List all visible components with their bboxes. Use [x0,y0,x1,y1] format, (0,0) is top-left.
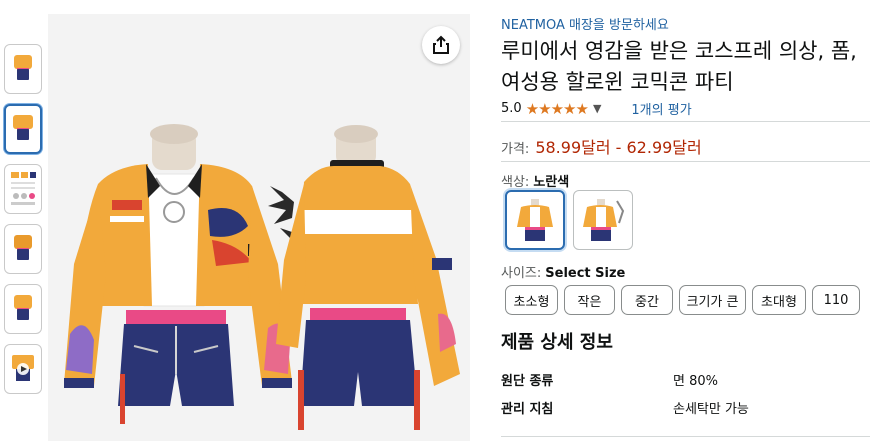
size-option-l[interactable]: 크기가 큰 [679,285,746,315]
detail-key: 원단 종류 [501,374,554,389]
size-row: 사이즈: Select Size [501,262,625,281]
store-link[interactable]: NEATMOA 매장을 방문하세요 [501,14,669,33]
thumbnail-video[interactable] [4,344,42,394]
size-label: 사이즈: [501,266,542,281]
rating-row: 5.0 ★★★★★ ▼ 1개의 평가 [501,99,692,119]
color-row: 색상: 노란색 [501,171,569,190]
product-illustration [64,124,460,430]
size-option-s[interactable]: 작은 [564,285,615,315]
video-thumbnail-icon [12,355,34,381]
swatch-yellow-alt[interactable] [573,190,633,250]
thumbnail-1[interactable] [4,44,42,94]
product-title: 루미에서 영감을 받은 코스프레 의상, 폼, 여성용 할로윈 코믹콘 파티 [501,39,857,94]
thumbnail-image [11,232,35,266]
thumbnail-image [11,52,35,86]
size-option-xl[interactable]: 초대형 [752,285,806,315]
size-option-110[interactable]: 110 [812,285,860,315]
main-product-image[interactable] [48,14,470,441]
thumbnail-list [4,44,44,404]
size-option-m[interactable]: 중간 [621,285,673,315]
divider [501,121,870,122]
size-options: 초소형 작은 중간 크기가 큰 초대형 110 [505,285,866,315]
thumbnail-image [11,112,35,146]
color-swatches [505,190,641,250]
swatch-image [517,199,553,241]
thumbnail-4[interactable] [4,224,42,274]
detail-value: 면 80% [673,374,718,389]
color-selected: 노란색 [533,175,570,190]
detail-row: 관리 지침 손세탁만 가능 [501,398,870,417]
thumbnail-image [11,172,36,205]
detail-row: 원단 종류 면 80% [501,370,870,389]
detail-key: 관리 지침 [501,402,554,417]
share-icon [433,35,449,54]
chevron-down-icon[interactable]: ▼ [593,102,601,115]
color-label: 색상: [501,175,530,190]
reviews-link[interactable]: 1개의 평가 [631,99,691,118]
share-button[interactable] [422,26,460,64]
size-option-xs[interactable]: 초소형 [505,285,558,315]
thumbnail-image [11,292,35,326]
price-label: 가격: [501,142,530,157]
divider [501,161,870,162]
size-selected: Select Size [545,266,626,281]
rating-value: 5.0 [501,101,522,116]
swatch-yellow-front[interactable] [505,190,565,250]
divider [501,436,870,437]
details-heading: 제품 상세 정보 [501,332,613,353]
price-row: 가격: 58.99달러 - 62.99달러 [501,134,702,158]
thumbnail-3[interactable] [4,164,42,214]
swatch-image [583,199,625,241]
star-rating-icon[interactable]: ★★★★★ [526,100,589,118]
thumbnail-5[interactable] [4,284,42,334]
detail-value: 손세탁만 가능 [673,402,749,417]
thumbnail-2-selected[interactable] [4,104,42,154]
price-value: 58.99달러 - 62.99달러 [535,138,702,157]
